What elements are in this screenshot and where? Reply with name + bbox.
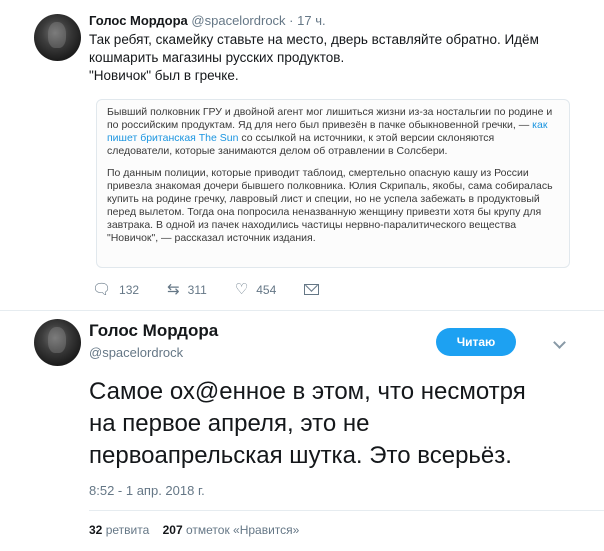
tweet-text: Самое ох@енное в этом, что несмотря на п…	[89, 376, 589, 472]
tweet-stats: 32 ретвита 207 отметок «Нравится»	[89, 523, 299, 537]
tweet-text-line: на первое апреля, это не	[89, 410, 370, 437]
tweet-quoted-post: Голос Мордора @spacelordrock · 17 ч. Так…	[0, 0, 604, 311]
message-button[interactable]	[304, 284, 320, 295]
reply-icon: 🗨︎	[92, 281, 112, 298]
tweet-timestamp[interactable]: 8:52 - 1 апр. 2018 г.	[89, 483, 205, 498]
tweet-text-line: "Новичок" был в гречке.	[89, 68, 239, 83]
like-button[interactable]: ♡ 454	[235, 282, 276, 297]
quote-text: Бывший полковник ГРУ и двойной агент мог…	[107, 106, 553, 131]
retweet-count[interactable]: 32	[89, 523, 102, 537]
tweet-text-line: Так ребят, скамейку ставьте на место, дв…	[89, 32, 539, 47]
separator: ·	[289, 13, 294, 28]
tweet-time[interactable]: 17 ч.	[297, 13, 325, 28]
retweet-icon: ⇆	[167, 281, 180, 298]
retweet-label[interactable]: ретвита	[106, 523, 150, 537]
follow-button[interactable]: Читаю	[436, 328, 516, 356]
tweet-header: Голос Мордора @spacelordrock	[89, 321, 218, 360]
tweet-text: Так ребят, скамейку ставьте на место, дв…	[89, 31, 579, 85]
avatar[interactable]	[34, 14, 81, 61]
divider	[89, 510, 604, 511]
chevron-down-icon[interactable]	[553, 336, 566, 349]
quoted-article-card[interactable]: Бывший полковник ГРУ и двойной агент мог…	[96, 99, 570, 268]
like-count[interactable]: 207	[163, 523, 183, 537]
like-count: 454	[256, 282, 277, 297]
tweet-text-line: первоапрельская шутка. Это всерьёз.	[89, 442, 512, 469]
author-name[interactable]: Голос Мордора	[89, 321, 218, 341]
author-handle[interactable]: @spacelordrock	[89, 345, 218, 360]
retweet-count: 311	[187, 282, 207, 297]
retweet-button[interactable]: ⇆ 311	[167, 282, 207, 297]
reply-button[interactable]: 🗨︎ 132	[92, 282, 139, 297]
author-handle[interactable]: @spacelordrock	[191, 13, 285, 28]
message-icon	[304, 284, 320, 295]
author-name[interactable]: Голос Мордора	[89, 13, 188, 28]
tweet-text-line: Самое ох@енное в этом, что несмотря	[89, 378, 526, 405]
like-label[interactable]: отметок «Нравится»	[186, 523, 299, 537]
quote-paragraph: По данным полиции, которые приводит табл…	[107, 167, 553, 244]
reply-count: 132	[119, 282, 140, 297]
tweet-actions: 🗨︎ 132 ⇆ 311 ♡ 454	[92, 282, 347, 297]
quote-paragraph: Бывший полковник ГРУ и двойной агент мог…	[107, 106, 559, 158]
tweet-header: Голос Мордора @spacelordrock · 17 ч.	[89, 13, 326, 28]
tweet-text-line: кошмарить магазины русских продуктов.	[89, 50, 345, 65]
like-icon: ♡	[234, 281, 249, 298]
avatar[interactable]	[34, 319, 81, 366]
